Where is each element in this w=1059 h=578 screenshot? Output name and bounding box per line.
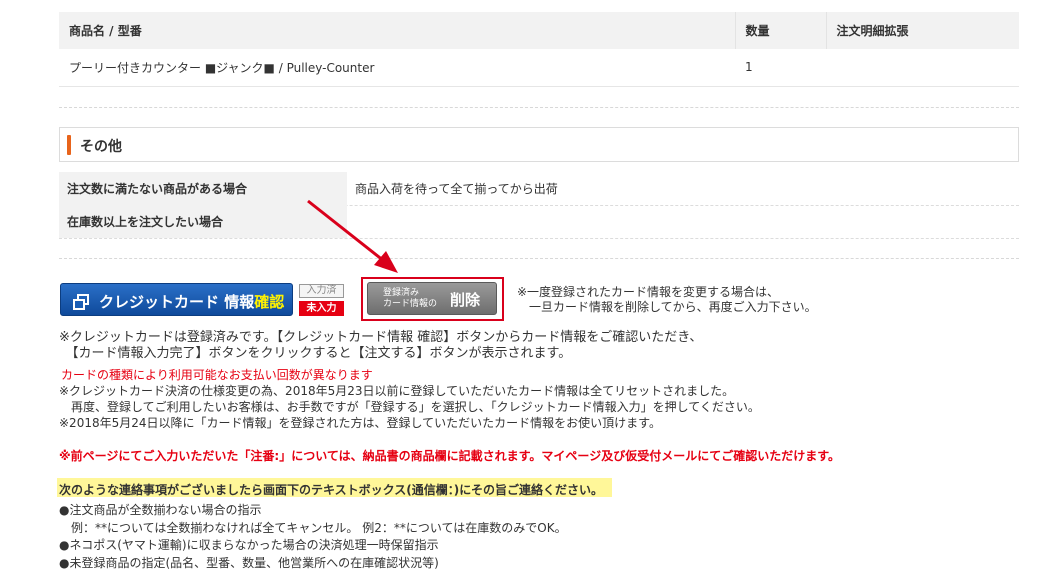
divider	[59, 258, 1019, 259]
bullet-example: 例：**については全数揃わなければ全てキャンセル。 例2：**については在庫数の…	[59, 521, 567, 535]
note-line2: 一旦カード情報を削除してから、再度ご入力下さい。	[517, 300, 817, 314]
bullet-item: ●ネコポス(ヤマト運輸)に収まらなかった場合の決済処理一時保留指示	[59, 538, 439, 552]
other-row-shortage: 注文数に満たない商品がある場合 商品入荷を待って全て揃ってから出荷	[59, 172, 1019, 206]
cell-product: プーリー付きカウンター ■ジャンク■ / Pulley-Counter	[59, 49, 735, 87]
spec-note-2: 再度、登録してご利用したいお客様は、お手数ですが「登録する」を選択し、「クレジッ…	[59, 400, 760, 414]
contact-highlight-text: 次のような連絡事項がございましたら画面下のテキストボックス(通信欄：)にその旨ご…	[59, 483, 604, 497]
registered-note-2: 【カード情報入力完了】ボタンをクリックすると【注文する】ボタンが表示されます。	[59, 346, 572, 361]
confirm-button-accent: 確認	[254, 293, 285, 311]
other-row-overstock: 在庫数以上を注文したい場合	[59, 205, 1019, 239]
spec-note-1: ※クレジットカード決済の仕様変更の為、2018年5月23日以前に登録していただい…	[59, 384, 735, 398]
badge-not-entered: 未入力	[299, 301, 344, 316]
cell-extension	[826, 49, 1019, 87]
divider	[59, 107, 1019, 108]
bullet-item: ●未登録商品の指定(品名、型番、数量、他営業所への在庫確認状況等)	[59, 556, 439, 570]
note-line1: ※一度登録されたカード情報を変更する場合は、	[517, 285, 780, 299]
cell-quantity: 1	[735, 49, 826, 87]
header-extension: 注文明細拡張	[826, 12, 1019, 49]
bullet-item: ●注文商品が全数揃わない場合の指示	[59, 503, 262, 517]
spec-note-3: ※2018年5月24日以降に「カード情報」を登録された方は、登録していただいたカ…	[59, 416, 661, 430]
window-icon	[73, 294, 89, 310]
change-card-note: ※一度登録されたカード情報を変更する場合は、 一旦カード情報を削除してから、再度…	[517, 285, 817, 315]
section-title: その他	[80, 139, 122, 155]
delete-button-line1: 登録済み	[383, 288, 420, 298]
badge-entered: 入力済	[299, 284, 344, 298]
table-header-row: 商品名 / 型番 数量 注文明細拡張	[59, 12, 1019, 49]
delete-card-button[interactable]: 登録済み カード情報の 削除	[367, 282, 497, 315]
table-row: プーリー付きカウンター ■ジャンク■ / Pulley-Counter 1	[59, 49, 1019, 87]
pointer-arrow-icon	[307, 199, 398, 273]
confirm-button-label: クレジットカード 情報	[99, 293, 255, 311]
header-product: 商品名 / 型番	[59, 12, 736, 49]
order-items-table: 商品名 / 型番 数量 注文明細拡張 プーリー付きカウンター ■ジャンク■ / …	[59, 12, 1019, 87]
credit-card-confirm-button[interactable]: クレジットカード 情報確認	[60, 283, 293, 316]
card-types-note: カードの種類により利用可能なお支払い回数が異なります	[61, 368, 373, 382]
section-accent-bar	[67, 135, 71, 155]
header-quantity: 数量	[735, 12, 827, 49]
delete-button-label: 削除	[450, 291, 481, 309]
delete-button-line2: カード情報の	[383, 299, 438, 309]
section-header-other: その他	[59, 127, 1019, 162]
order-number-notice: ※前ページにてご入力いただいた「注番:」については、納品書の商品欄に記載されます…	[59, 449, 840, 463]
